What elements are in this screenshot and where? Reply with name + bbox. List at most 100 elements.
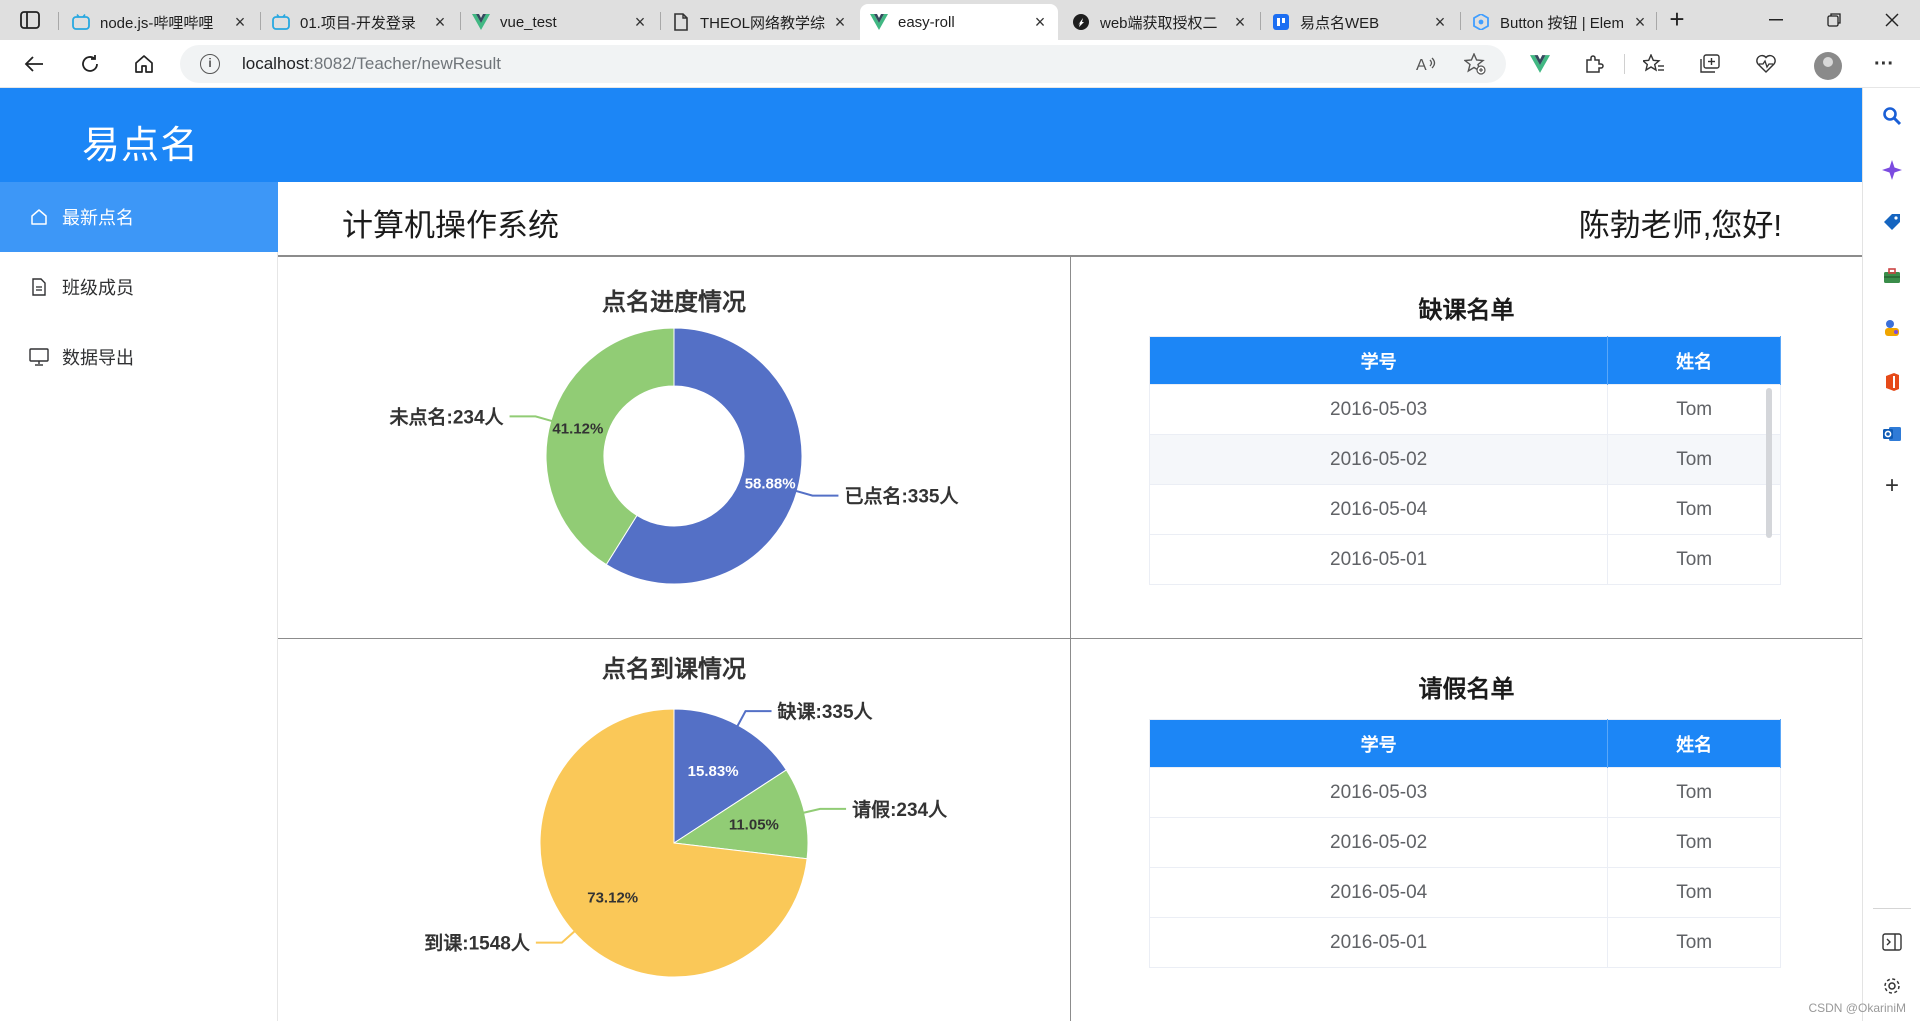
browser-tab-strip: node.js-哔哩哔哩 × 01.项目-开发登录 × vue_test × T… [0, 0, 1920, 40]
new-tab-button[interactable]: + [1662, 6, 1692, 34]
student-id-cell: 2016-05-03 [1149, 767, 1609, 818]
close-icon[interactable]: × [632, 12, 648, 33]
close-icon[interactable]: × [1032, 12, 1048, 33]
watermark: CSDN @OkariniM [1808, 1001, 1906, 1015]
settings-more-button[interactable]: ··· [1866, 48, 1902, 80]
favorites-button[interactable] [1636, 48, 1672, 80]
collections-button[interactable] [1692, 48, 1728, 80]
column-header-name[interactable]: 姓名 [1607, 719, 1781, 768]
add-sidebar-app-icon[interactable]: + [1880, 472, 1904, 499]
close-icon[interactable]: × [1632, 12, 1648, 33]
browser-tab[interactable]: Button 按钮 | Elem × [1462, 4, 1658, 40]
table-row[interactable]: 2016-05-02 Tom [1149, 817, 1781, 868]
browser-tab[interactable]: THEOL网络教学综 × [662, 4, 858, 40]
slice-category-label: 已点名:335人 [844, 485, 959, 508]
browser-tab-title: 01.项目-开发登录 [300, 14, 416, 32]
browser-tab-title: vue_test [500, 13, 557, 31]
table-row[interactable]: 2016-05-03 Tom [1149, 767, 1781, 818]
main-content: 计算机操作系统 陈勃老师,您好! 点名进度情况 58.88% 已点名:335人 41… [278, 182, 1862, 1021]
vue-icon [472, 13, 490, 31]
slice-category-label: 未点名:234人 [389, 405, 505, 428]
student-id-cell: 2016-05-04 [1149, 484, 1609, 535]
office-icon[interactable] [1880, 370, 1904, 394]
minimize-button[interactable] [1748, 0, 1804, 40]
gear-icon[interactable] [1880, 974, 1904, 998]
label-leader-line [736, 710, 772, 728]
browser-tab[interactable]: node.js-哔哩哔哩 × [62, 4, 258, 40]
table-row[interactable]: 2016-05-03 Tom [1149, 384, 1781, 435]
read-aloud-icon[interactable]: A [1414, 52, 1440, 76]
student-id-cell: 2016-05-02 [1149, 817, 1609, 868]
table-row[interactable]: 2016-05-01 Tom [1149, 534, 1781, 585]
table-scrollbar[interactable] [1766, 388, 1772, 538]
tab-actions-icon [20, 11, 40, 29]
column-header-student-id[interactable]: 学号 [1149, 336, 1609, 385]
site-info-icon[interactable]: i [200, 54, 220, 74]
menu-item-data-export[interactable]: 数据导出 [0, 322, 278, 392]
restore-button[interactable] [1806, 0, 1862, 40]
browser-toolbar: i localhost:8082/Teacher/newResult A ··· [0, 40, 1920, 88]
student-name-cell: Tom [1607, 434, 1781, 485]
reload-button[interactable] [72, 48, 108, 80]
browser-essentials-button[interactable] [1748, 48, 1784, 80]
browser-tab-title: 易点名WEB [1300, 14, 1380, 32]
back-button[interactable] [16, 48, 52, 80]
column-header-name[interactable]: 姓名 [1607, 336, 1781, 385]
shopping-tag-icon[interactable] [1880, 210, 1904, 234]
progress-chart-panel: 点名进度情况 58.88% 已点名:335人 41.12% 未点名:234人 [278, 258, 1070, 638]
progress-donut-chart: 58.88% 已点名:335人 41.12% 未点名:234人 [389, 327, 959, 585]
close-icon[interactable]: × [1432, 12, 1448, 33]
close-icon[interactable]: × [832, 12, 848, 33]
search-icon[interactable] [1880, 104, 1904, 128]
profile-avatar[interactable] [1814, 52, 1842, 80]
leave-table: 学号 姓名 2016-05-03 Tom 2016-05-02 Tom 2016-0… [1149, 719, 1781, 968]
browser-tab[interactable]: 易点名WEB × [1262, 4, 1458, 40]
app-header: 易点名 [0, 88, 1862, 182]
address-bar[interactable]: i localhost:8082/Teacher/newResult A [180, 45, 1506, 83]
table-row[interactable]: 2016-05-04 Tom [1149, 867, 1781, 918]
puzzle-icon [1586, 55, 1604, 73]
monitor-icon [28, 346, 50, 368]
vue-devtools-button[interactable] [1522, 48, 1558, 80]
close-icon[interactable]: × [232, 12, 248, 33]
app-title: 易点名 [82, 125, 200, 167]
leave-list-panel: 请假名单 学号 姓名 2016-05-03 Tom 2016-05-02 Tom 2… [1071, 639, 1862, 1021]
menu-item-class-members[interactable]: 班级成员 [0, 252, 278, 322]
home-button[interactable] [126, 48, 162, 80]
element-icon [1472, 13, 1490, 31]
restore-icon [1827, 13, 1841, 27]
document-icon [28, 276, 50, 298]
attendance-chart-panel: 点名到课情况 15.83% 缺课:335人 11.05% 请假:234人 73.12% 到… [278, 639, 1070, 1021]
collections-icon [1700, 54, 1720, 73]
browser-tab-active[interactable]: easy-roll × [860, 4, 1058, 40]
browser-tab[interactable]: vue_test × [462, 4, 658, 40]
table-row[interactable]: 2016-05-01 Tom [1149, 917, 1781, 968]
table-row[interactable]: 2016-05-02 Tom [1149, 434, 1781, 485]
browser-tab-title: node.js-哔哩哔哩 [100, 14, 214, 32]
copilot-icon[interactable] [1880, 158, 1904, 182]
column-header-student-id[interactable]: 学号 [1149, 719, 1609, 768]
close-window-button[interactable] [1864, 0, 1920, 40]
student-id-cell: 2016-05-02 [1149, 434, 1609, 485]
favorite-add-icon[interactable] [1462, 52, 1488, 76]
student-name-cell: Tom [1607, 917, 1781, 968]
outlook-icon[interactable] [1880, 422, 1904, 446]
tab-actions-button[interactable] [14, 8, 46, 32]
browser-tab[interactable]: web端获取授权二 × [1062, 4, 1258, 40]
games-icon[interactable] [1880, 316, 1904, 340]
close-icon[interactable]: × [1232, 12, 1248, 33]
menu-item-label: 数据导出 [62, 348, 134, 368]
url-text[interactable]: localhost:8082/Teacher/newResult [242, 54, 501, 74]
teacher-greeting: 陈勃老师,您好! [1578, 208, 1782, 243]
slice-percent-label: 11.05% [729, 816, 779, 833]
menu-item-latest-rollcall[interactable]: 最新点名 [0, 182, 278, 252]
browser-tab[interactable]: 01.项目-开发登录 × [262, 4, 458, 40]
close-icon[interactable]: × [432, 12, 448, 33]
course-header: 计算机操作系统 陈勃老师,您好! [278, 182, 1862, 257]
table-row[interactable]: 2016-05-04 Tom [1149, 484, 1781, 535]
hide-sidebar-icon[interactable] [1880, 930, 1904, 954]
extensions-button[interactable] [1576, 48, 1612, 80]
browser-tab-title: web端获取授权二 [1100, 14, 1218, 32]
tools-icon[interactable] [1880, 264, 1904, 288]
label-leader-line [535, 929, 576, 944]
